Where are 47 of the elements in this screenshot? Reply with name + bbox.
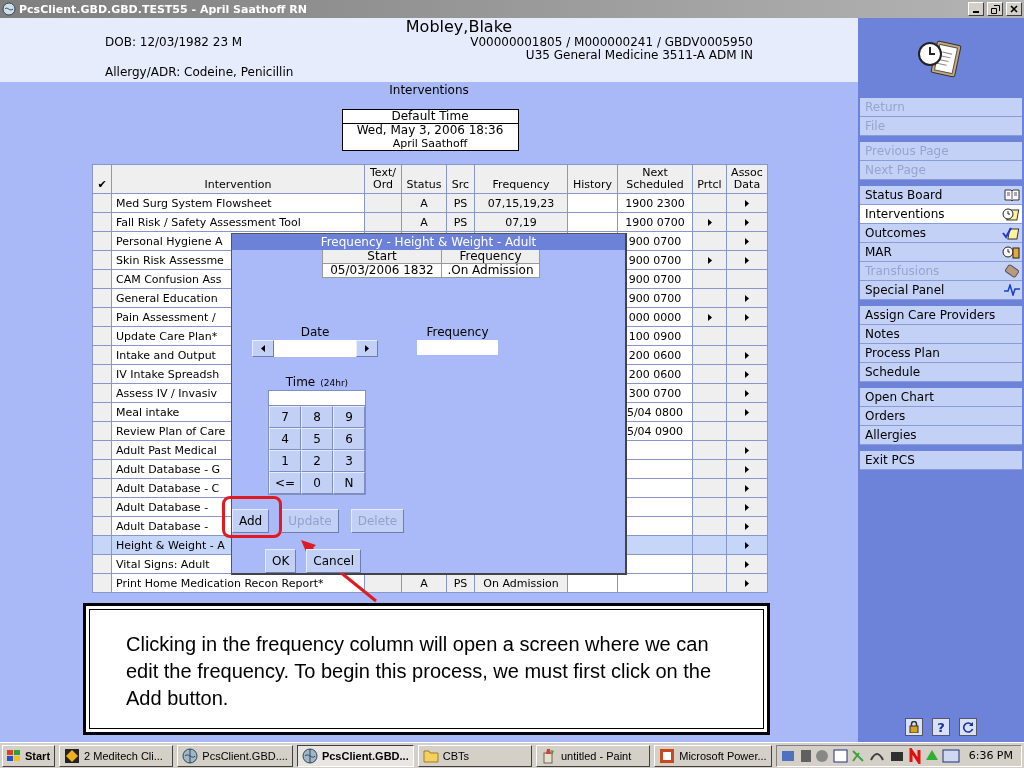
table-cell: .On Admission <box>442 264 540 278</box>
table-cell: 05/03/2006 1832 <box>323 264 442 278</box>
sidebar-label: Schedule <box>865 365 921 379</box>
column-header: Status <box>402 165 447 194</box>
column-header: Intervention <box>112 165 365 194</box>
column-header: Prtcl <box>693 165 727 194</box>
sidebar-label: Status Board <box>865 188 943 202</box>
sidebar-label: Notes <box>865 327 900 341</box>
field-label: Time <box>285 375 316 389</box>
dialog-title: Frequency - Height & Weight - Adult <box>320 235 537 249</box>
table-cell: 1900 2300 <box>618 194 693 213</box>
sidebar-label: Outcomes <box>865 226 927 240</box>
sidebar-label: MAR <box>865 245 892 259</box>
field-label: Frequency <box>426 325 489 339</box>
allergy-text: Allergy/ADR: Codeine, Penicillin <box>105 65 295 79</box>
column-header: Frequency <box>475 165 568 194</box>
column-header: Next Scheduled <box>618 165 693 194</box>
column-header: Frequency <box>442 250 540 264</box>
table-cell: A <box>402 194 447 213</box>
table-cell: PS <box>447 213 475 232</box>
callout-text: Clicking in the frequency column will open a screen where we can edit the frequency. To begin this process, we must first click on the Add button. <box>126 632 713 711</box>
page-title: Interventions <box>389 83 469 97</box>
field-label: Date <box>300 325 330 339</box>
patient-location: U35 General Medicine 3511-A ADM IN <box>525 48 753 61</box>
column-header: Assoc Data <box>727 165 768 194</box>
column-header: Start <box>323 250 442 264</box>
column-header: ✔ <box>93 165 112 194</box>
table-cell: 1900 0700 <box>618 213 693 232</box>
clock: 6:36 PM <box>968 749 1013 762</box>
sidebar-label: Orders <box>865 409 906 423</box>
table-cell: A <box>402 213 447 232</box>
account-numbers: V00000001805 / M000000241 / GBDV0005950 <box>470 35 753 48</box>
sidebar-label: Assign Care Providers <box>865 308 996 322</box>
column-header: History <box>568 165 618 194</box>
sidebar-label: Open Chart <box>865 390 934 404</box>
column-header: Src <box>447 165 475 194</box>
window-title: PcsClient.GBD.GBD.TEST55 - April Saathoff RN <box>19 2 308 16</box>
patient-dob: DOB: 12/03/1982 23 M <box>105 35 244 48</box>
sidebar-label: Special Panel <box>865 283 945 297</box>
sidebar-label: Process Plan <box>865 346 940 360</box>
sidebar-label: Interventions <box>865 207 945 221</box>
sidebar-label: Exit PCS <box>865 453 915 467</box>
field-hint: (24hr) <box>320 378 349 388</box>
table-cell: PS <box>447 194 475 213</box>
patient-name: Mobley,Blake <box>405 19 513 35</box>
sidebar-label: Allergies <box>865 428 917 442</box>
column-header: Text/ Ord <box>365 165 402 194</box>
